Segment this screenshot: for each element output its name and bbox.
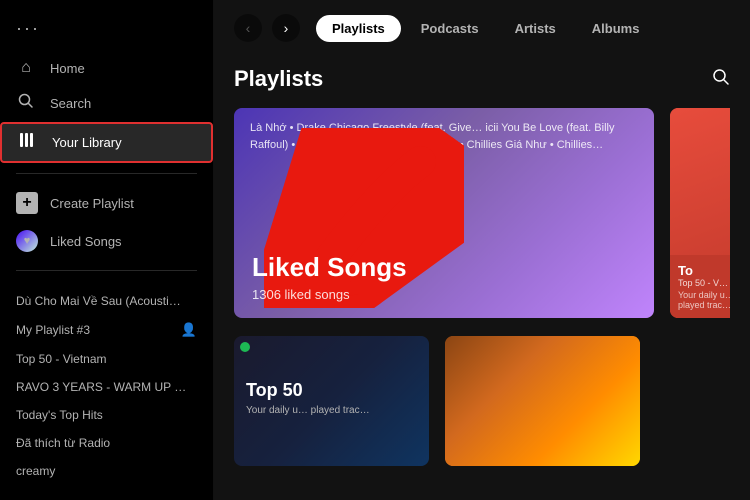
cards-row: Là Nhớ • Drake Chicago Freestyle (feat. … bbox=[234, 108, 730, 318]
gradient-card[interactable] bbox=[445, 336, 640, 466]
tab-podcasts[interactable]: Podcasts bbox=[405, 15, 495, 42]
sidebar-item-search[interactable]: Search bbox=[0, 85, 213, 122]
search-button[interactable] bbox=[712, 68, 730, 91]
sidebar-item-home[interactable]: ⌂ Home bbox=[0, 51, 213, 85]
chevron-right-icon: › bbox=[284, 20, 289, 36]
create-playlist-button[interactable]: + Create Playlist bbox=[0, 184, 213, 222]
top-nav: ‹ › Playlists Podcasts Artists Albums bbox=[214, 0, 750, 52]
liked-songs-card[interactable]: Là Nhớ • Drake Chicago Freestyle (feat. … bbox=[234, 108, 654, 318]
plus-icon: + bbox=[16, 192, 38, 214]
sidebar-item-label: Search bbox=[50, 96, 91, 111]
list-item[interactable]: RAVO 3 YEARS - WARM UP … bbox=[0, 373, 213, 401]
bottom-cards-row: Top 50 Your daily u… played trac… bbox=[234, 336, 730, 466]
liked-songs-preview-text: Là Nhớ • Drake Chicago Freestyle (feat. … bbox=[250, 120, 638, 153]
spotify-dot-small bbox=[240, 342, 250, 352]
list-item[interactable]: Dubstep Don bbox=[0, 485, 213, 488]
sidebar-item-label: Home bbox=[50, 61, 85, 76]
playlist-list: Dù Cho Mai Về Sau (Acousti… My Playlist … bbox=[0, 287, 213, 488]
side-card-desc: Your daily u… played trac… bbox=[678, 290, 730, 310]
featured-side-card[interactable]: To Top 50 - V… Your daily u… played trac… bbox=[670, 108, 730, 318]
side-card-title: To bbox=[678, 263, 730, 278]
sidebar: ··· ⌂ Home Search Your Library + Create … bbox=[0, 0, 214, 500]
back-button[interactable]: ‹ bbox=[234, 14, 262, 42]
list-item[interactable]: creamy bbox=[0, 457, 213, 485]
library-icon bbox=[18, 132, 38, 153]
sidebar-divider bbox=[16, 173, 197, 174]
page-title: Playlists bbox=[234, 66, 323, 92]
page-header: Playlists bbox=[234, 62, 730, 104]
side-card-sub: Top 50 - V… bbox=[678, 278, 730, 288]
page-area: Playlists Là Nhớ • Drake Chicago Freesty… bbox=[214, 52, 750, 500]
top50-card[interactable]: Top 50 Your daily u… played trac… bbox=[234, 336, 429, 466]
gradient-bg bbox=[445, 336, 640, 466]
list-item[interactable]: My Playlist #3 👤 bbox=[0, 315, 213, 345]
list-item[interactable]: Today's Top Hits bbox=[0, 401, 213, 429]
sidebar-item-your-library[interactable]: Your Library bbox=[0, 122, 213, 163]
tab-albums[interactable]: Albums bbox=[576, 15, 656, 42]
main-content: ‹ › Playlists Podcasts Artists Albums Pl… bbox=[214, 0, 750, 500]
list-item[interactable]: Top 50 - Vietnam bbox=[0, 345, 213, 373]
sidebar-dots: ··· bbox=[0, 12, 213, 51]
home-icon: ⌂ bbox=[16, 59, 36, 77]
nav-tabs: Playlists Podcasts Artists Albums bbox=[316, 15, 655, 42]
person-icon: 👤 bbox=[181, 322, 197, 338]
liked-songs-label: Liked Songs bbox=[50, 234, 122, 249]
sidebar-divider-2 bbox=[16, 270, 197, 271]
tab-artists[interactable]: Artists bbox=[499, 15, 572, 42]
chevron-left-icon: ‹ bbox=[246, 20, 251, 36]
list-item[interactable]: Đã thích từ Radio bbox=[0, 429, 213, 457]
create-playlist-label: Create Playlist bbox=[50, 196, 134, 211]
liked-songs-title: Liked Songs bbox=[252, 252, 636, 283]
forward-button[interactable]: › bbox=[272, 14, 300, 42]
top50-sub: Your daily u… played trac… bbox=[246, 405, 417, 416]
liked-songs-count: 1306 liked songs bbox=[252, 287, 636, 302]
sidebar-item-label: Your Library bbox=[52, 135, 122, 150]
heart-icon: ♥ bbox=[16, 230, 38, 252]
liked-songs-button[interactable]: ♥ Liked Songs bbox=[0, 222, 213, 260]
top50-label: Top 50 bbox=[246, 380, 417, 401]
search-icon bbox=[16, 93, 36, 114]
list-item[interactable]: Dù Cho Mai Về Sau (Acousti… bbox=[0, 287, 213, 315]
tab-playlists[interactable]: Playlists bbox=[316, 15, 401, 42]
